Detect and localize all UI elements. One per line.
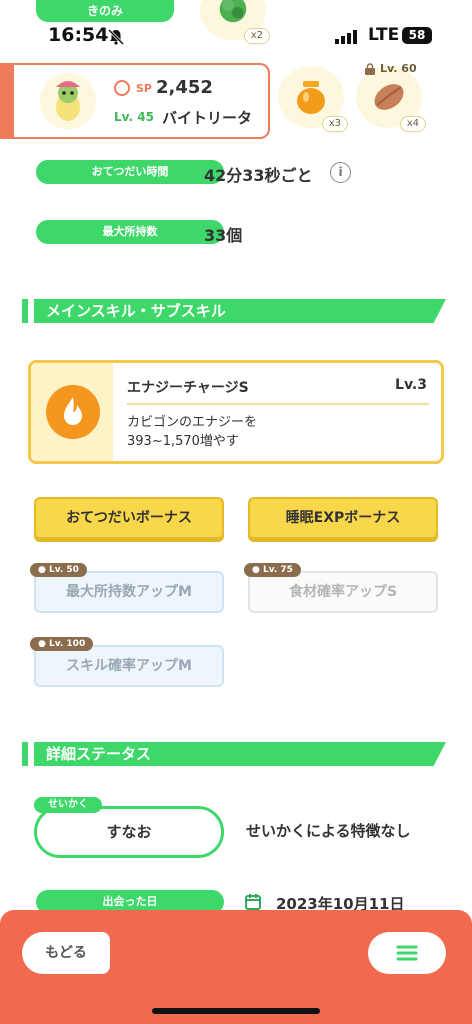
ingredient-count: x2 (243, 28, 270, 44)
details-section-title: 詳細ステータス (46, 745, 152, 763)
main-skill-desc-line2: 393~1,570増やす (127, 434, 239, 449)
main-skill-name: エナジーチャージS (127, 380, 249, 396)
pokemon-image (40, 73, 96, 129)
ingredient-cacao[interactable]: x4 (356, 66, 426, 132)
main-skill-card[interactable]: エナジーチャージS Lv.3 カビゴンのエナジーを 393~1,570増やす (28, 360, 444, 464)
sp-value: 2,452 (156, 77, 213, 98)
sp-label: SP (136, 82, 152, 95)
hamburger-menu-icon (396, 945, 418, 961)
skills-section-title: メインスキル・サブスキル (46, 302, 226, 320)
nature-tag: せいかく (34, 797, 102, 813)
lock-icon (365, 63, 375, 75)
pokemon-level: Lv. 45 (114, 110, 154, 124)
sp-icon (114, 80, 130, 96)
berry-tab-pill: きのみ (36, 0, 174, 22)
max-carry-label: 最大所持数 (36, 220, 224, 244)
info-icon[interactable]: i (330, 162, 351, 183)
honey-jar-icon (297, 81, 325, 114)
home-indicator[interactable] (152, 1008, 320, 1014)
signal-icon (335, 30, 357, 44)
main-skill-desc-line1: カビゴンのエナジーを (127, 415, 258, 430)
help-time-value: 42分33秒ごと (204, 166, 313, 185)
flame-icon (64, 397, 82, 425)
lock-level-badge: ● Lv. 75 (244, 563, 301, 577)
sub-skill-help-bonus[interactable]: おてつだいボーナス (34, 497, 224, 539)
pokemon-sprite-icon (56, 81, 80, 121)
lock-level-badge: ● Lv. 100 (30, 637, 94, 651)
cacao-icon (374, 84, 404, 110)
lock-icon: ● (38, 639, 49, 649)
pokemon-name: バイトリータ (162, 109, 253, 127)
lock-icon: ● (38, 565, 49, 575)
help-time-label: おてつだい時間 (36, 160, 224, 184)
nature-value: すなお (34, 806, 224, 858)
ingredient-count: x4 (399, 116, 426, 132)
skills-section-header: メインスキル・サブスキル (22, 299, 446, 323)
calendar-icon (245, 894, 261, 910)
network-type: LTE (368, 25, 400, 45)
sub-skill-skill-trigger-m[interactable]: スキル確率アップM (34, 645, 224, 687)
sub-skill-ingredient-finder-s[interactable]: 食材確率アップS (248, 571, 438, 613)
battery-indicator: 58 (402, 27, 432, 44)
nature-description: せいかくによる特徴なし (246, 822, 411, 840)
lock-level-badge: ● Lv. 50 (30, 563, 87, 577)
back-button[interactable]: もどる (22, 932, 110, 974)
status-time: 16:54 (48, 24, 109, 46)
leaf-icon (219, 0, 247, 23)
sub-skill-sleep-exp-bonus[interactable]: 睡眠EXPボーナス (248, 497, 438, 539)
energy-skill-badge (46, 385, 100, 439)
max-carry-value: 33個 (204, 226, 243, 245)
menu-button[interactable] (368, 932, 446, 974)
sub-skill-inventory-up-m[interactable]: 最大所持数アップM (34, 571, 224, 613)
ingredient-lock-level: Lv. 60 (380, 62, 417, 75)
ingredient-leaf[interactable]: x2 (200, 0, 270, 44)
ingredient-honey[interactable]: x3 (278, 66, 348, 132)
ingredient-count: x3 (321, 116, 348, 132)
bell-muted-icon (107, 28, 125, 46)
pokemon-card[interactable]: SP 2,452 Lv. 45 バイトリータ (0, 63, 270, 139)
details-section-header: 詳細ステータス (22, 742, 446, 766)
main-skill-level: Lv.3 (395, 377, 427, 393)
lock-icon: ● (252, 565, 263, 575)
